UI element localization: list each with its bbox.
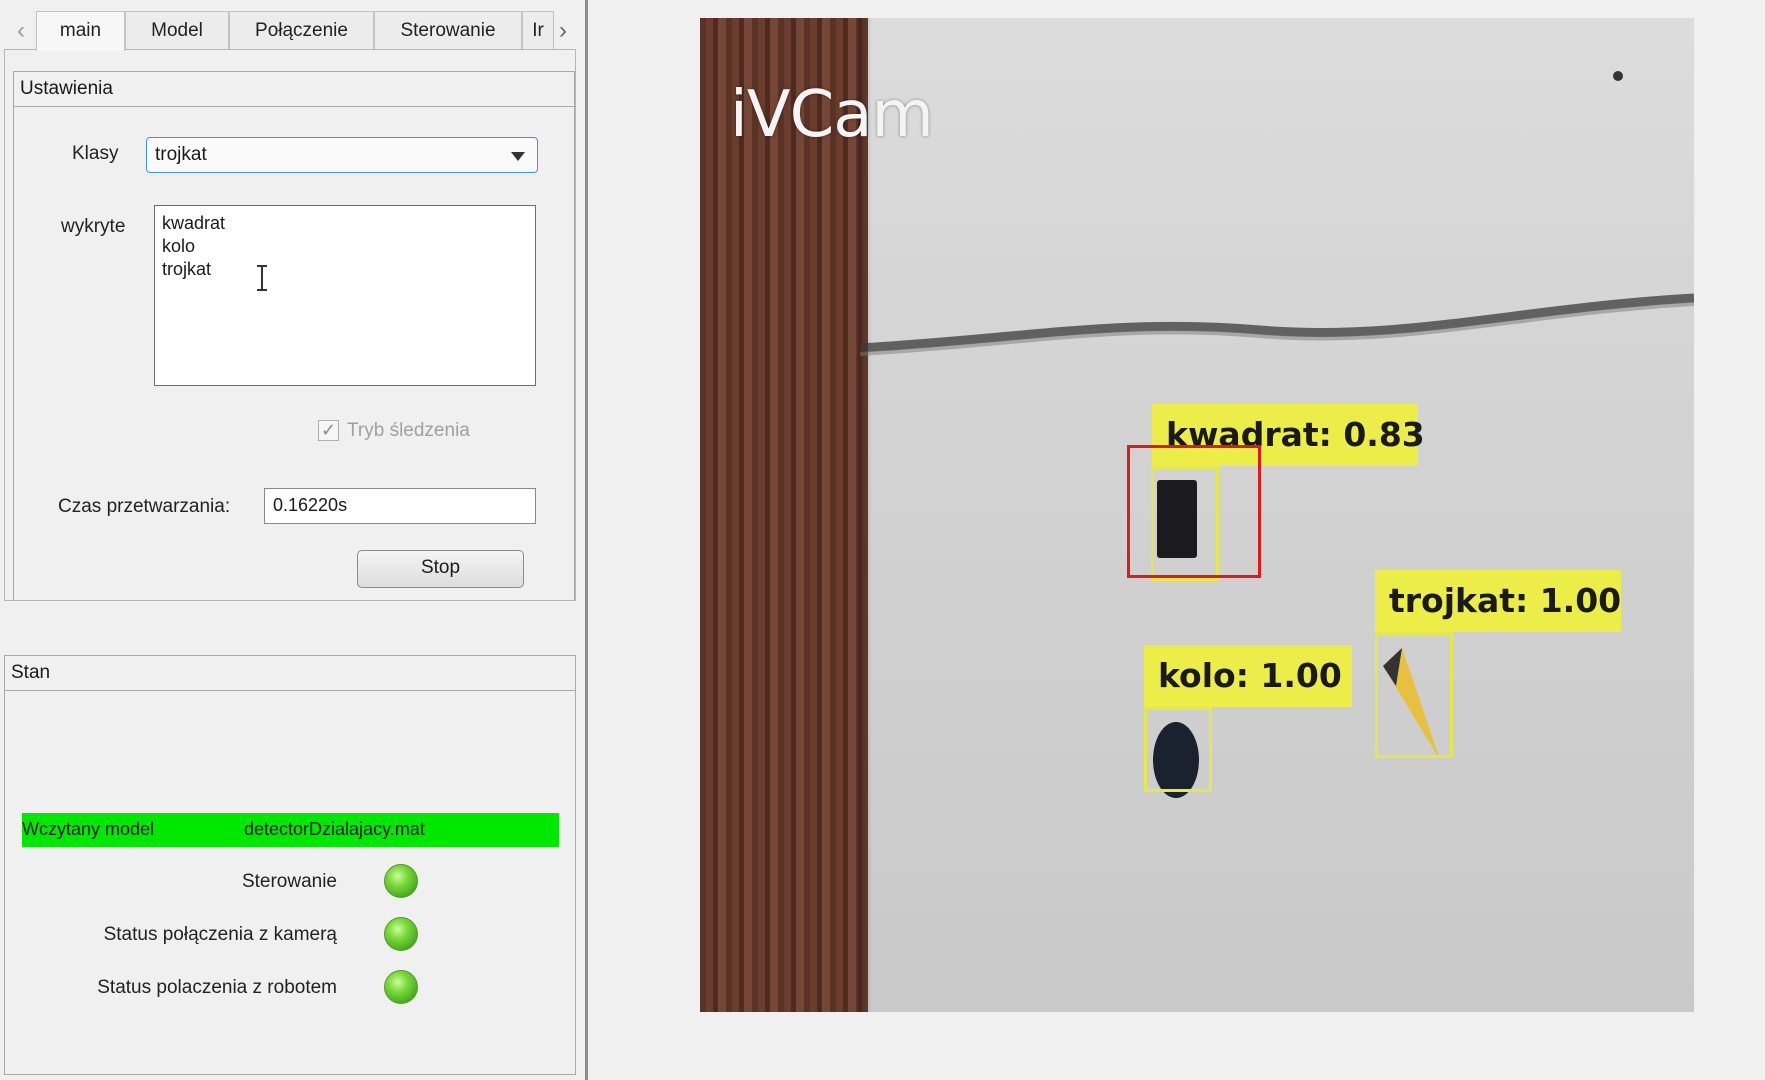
- processing-time-field[interactable]: 0.16220s: [264, 488, 536, 524]
- status-lamp-icon: [384, 864, 418, 898]
- status-panel: Stan: [4, 655, 576, 1075]
- pane-divider[interactable]: [585, 0, 588, 1080]
- list-item[interactable]: trojkat: [162, 258, 535, 281]
- status-panel-title: Stan: [5, 656, 575, 691]
- chevron-down-icon: [511, 152, 525, 161]
- model-status-bar: Wczytany model detectorDzialajacy.mat: [22, 813, 559, 847]
- list-item[interactable]: kwadrat: [162, 212, 535, 235]
- model-label: Wczytany model: [22, 819, 155, 839]
- text-cursor-icon: [257, 265, 267, 291]
- detection-label: kolo: 1.00: [1144, 645, 1352, 707]
- status-row-label: Status połączenia z kamerą: [103, 924, 337, 945]
- status-lamp-icon: [384, 970, 418, 1004]
- classes-dropdown-value: trojkat: [155, 144, 207, 165]
- detected-listbox[interactable]: kwadrat kolo trojkat: [154, 205, 536, 386]
- tab-scroll-left-icon[interactable]: ‹: [8, 14, 34, 48]
- detection-label: trojkat: 1.00: [1375, 570, 1621, 632]
- tracking-checkbox[interactable]: ✓: [318, 420, 339, 441]
- tab-polaczenie[interactable]: Połączenie: [229, 11, 374, 49]
- status-lamp-icon: [384, 917, 418, 951]
- tab-scroll-right-icon[interactable]: ›: [550, 14, 576, 48]
- status-row-label: Sterowanie: [241, 871, 337, 892]
- status-row-label: Status polaczenia z robotem: [97, 977, 337, 998]
- watermark-logo: iVCam: [730, 78, 934, 152]
- tab-main[interactable]: main: [36, 11, 125, 51]
- selected-detection-box: [1127, 445, 1261, 578]
- stop-button[interactable]: Stop: [357, 550, 524, 588]
- tab-model[interactable]: Model: [125, 11, 229, 49]
- detected-label: wykryte: [61, 216, 126, 237]
- classes-label: Klasy: [72, 143, 119, 164]
- classes-dropdown[interactable]: trojkat: [146, 137, 538, 173]
- settings-panel-title: Ustawienia: [14, 72, 574, 107]
- detection-box: [1144, 707, 1212, 792]
- tab-sterowanie[interactable]: Sterowanie: [374, 11, 522, 49]
- camera-view: iVCam kwadrat: 0.83 trojkat: 1.00 kolo: …: [700, 18, 1694, 1012]
- list-item[interactable]: kolo: [162, 235, 535, 258]
- detection-box: [1375, 632, 1453, 758]
- model-value: detectorDzialajacy.mat: [244, 819, 425, 839]
- tracking-label: Tryb śledzenia: [347, 420, 470, 441]
- processing-time-label: Czas przetwarzania:: [58, 496, 231, 517]
